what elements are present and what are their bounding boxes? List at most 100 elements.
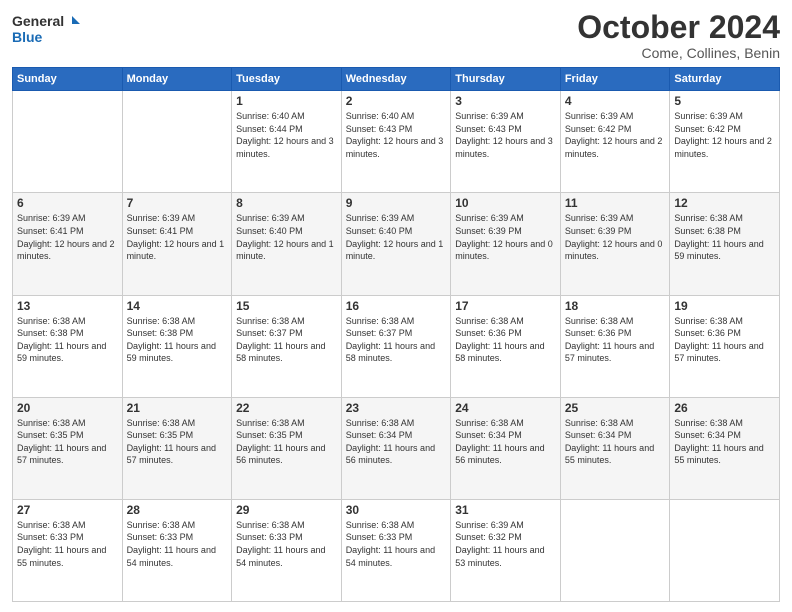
day-number: 28: [127, 503, 228, 517]
calendar-cell: [560, 499, 670, 601]
calendar-header-cell: Friday: [560, 68, 670, 91]
cell-info: Sunrise: 6:38 AM Sunset: 6:33 PM Dayligh…: [236, 519, 337, 569]
calendar-cell: 5 Sunrise: 6:39 AM Sunset: 6:42 PM Daylig…: [670, 91, 780, 193]
calendar-cell: 19 Sunrise: 6:38 AM Sunset: 6:36 PM Dayli…: [670, 295, 780, 397]
svg-text:General: General: [12, 13, 64, 29]
calendar-header-row: SundayMondayTuesdayWednesdayThursdayFrid…: [13, 68, 780, 91]
cell-info: Sunrise: 6:38 AM Sunset: 6:36 PM Dayligh…: [674, 315, 775, 365]
calendar-header-cell: Saturday: [670, 68, 780, 91]
day-number: 14: [127, 299, 228, 313]
day-number: 22: [236, 401, 337, 415]
cell-info: Sunrise: 6:39 AM Sunset: 6:41 PM Dayligh…: [17, 212, 118, 262]
cell-info: Sunrise: 6:39 AM Sunset: 6:42 PM Dayligh…: [674, 110, 775, 160]
day-number: 24: [455, 401, 556, 415]
cell-info: Sunrise: 6:40 AM Sunset: 6:44 PM Dayligh…: [236, 110, 337, 160]
day-number: 8: [236, 196, 337, 210]
calendar-cell: 13 Sunrise: 6:38 AM Sunset: 6:38 PM Dayli…: [13, 295, 123, 397]
calendar-table: SundayMondayTuesdayWednesdayThursdayFrid…: [12, 67, 780, 602]
cell-info: Sunrise: 6:38 AM Sunset: 6:34 PM Dayligh…: [455, 417, 556, 467]
day-number: 30: [346, 503, 447, 517]
calendar-cell: 25 Sunrise: 6:38 AM Sunset: 6:34 PM Dayli…: [560, 397, 670, 499]
calendar-cell: 28 Sunrise: 6:38 AM Sunset: 6:33 PM Dayli…: [122, 499, 232, 601]
day-number: 12: [674, 196, 775, 210]
calendar-cell: 3 Sunrise: 6:39 AM Sunset: 6:43 PM Daylig…: [451, 91, 561, 193]
cell-info: Sunrise: 6:40 AM Sunset: 6:43 PM Dayligh…: [346, 110, 447, 160]
logo: General Blue: [12, 10, 82, 50]
main-title: October 2024: [577, 10, 780, 45]
calendar-week-row: 27Sunrise: 6:38 AM Sunset: 6:33 PM Dayli…: [13, 499, 780, 601]
day-number: 6: [17, 196, 118, 210]
cell-info: Sunrise: 6:38 AM Sunset: 6:34 PM Dayligh…: [674, 417, 775, 467]
day-number: 9: [346, 196, 447, 210]
day-number: 13: [17, 299, 118, 313]
calendar-week-row: 1 Sunrise: 6:40 AM Sunset: 6:44 PM Daylig…: [13, 91, 780, 193]
day-number: 10: [455, 196, 556, 210]
day-number: 1: [236, 94, 337, 108]
cell-info: Sunrise: 6:38 AM Sunset: 6:38 PM Dayligh…: [17, 315, 118, 365]
calendar-cell: 9 Sunrise: 6:39 AM Sunset: 6:40 PM Daylig…: [341, 193, 451, 295]
calendar-header-cell: Sunday: [13, 68, 123, 91]
calendar-cell: 27Sunrise: 6:38 AM Sunset: 6:33 PM Dayli…: [13, 499, 123, 601]
day-number: 29: [236, 503, 337, 517]
calendar-cell: 21Sunrise: 6:38 AM Sunset: 6:35 PM Dayli…: [122, 397, 232, 499]
cell-info: Sunrise: 6:38 AM Sunset: 6:35 PM Dayligh…: [17, 417, 118, 467]
day-number: 7: [127, 196, 228, 210]
header: General Blue October 2024 Come, Collines…: [12, 10, 780, 61]
day-number: 3: [455, 94, 556, 108]
calendar-cell: 26 Sunrise: 6:38 AM Sunset: 6:34 PM Dayli…: [670, 397, 780, 499]
cell-info: Sunrise: 6:38 AM Sunset: 6:36 PM Dayligh…: [565, 315, 666, 365]
day-number: 31: [455, 503, 556, 517]
calendar-cell: 12 Sunrise: 6:38 AM Sunset: 6:38 PM Dayli…: [670, 193, 780, 295]
cell-info: Sunrise: 6:39 AM Sunset: 6:41 PM Dayligh…: [127, 212, 228, 262]
cell-info: Sunrise: 6:38 AM Sunset: 6:33 PM Dayligh…: [127, 519, 228, 569]
cell-info: Sunrise: 6:39 AM Sunset: 6:39 PM Dayligh…: [455, 212, 556, 262]
cell-info: Sunrise: 6:38 AM Sunset: 6:38 PM Dayligh…: [127, 315, 228, 365]
day-number: 17: [455, 299, 556, 313]
cell-info: Sunrise: 6:38 AM Sunset: 6:33 PM Dayligh…: [346, 519, 447, 569]
day-number: 4: [565, 94, 666, 108]
calendar-cell: 20 Sunrise: 6:38 AM Sunset: 6:35 PM Dayli…: [13, 397, 123, 499]
day-number: 15: [236, 299, 337, 313]
calendar-cell: 2 Sunrise: 6:40 AM Sunset: 6:43 PM Daylig…: [341, 91, 451, 193]
calendar-header-cell: Wednesday: [341, 68, 451, 91]
cell-info: Sunrise: 6:38 AM Sunset: 6:37 PM Dayligh…: [346, 315, 447, 365]
calendar-cell: 23Sunrise: 6:38 AM Sunset: 6:34 PM Dayli…: [341, 397, 451, 499]
calendar-cell: [122, 91, 232, 193]
calendar-cell: 6 Sunrise: 6:39 AM Sunset: 6:41 PM Daylig…: [13, 193, 123, 295]
calendar-cell: [670, 499, 780, 601]
calendar-cell: 14 Sunrise: 6:38 AM Sunset: 6:38 PM Dayli…: [122, 295, 232, 397]
day-number: 11: [565, 196, 666, 210]
day-number: 21: [127, 401, 228, 415]
svg-text:Blue: Blue: [12, 29, 43, 45]
day-number: 19: [674, 299, 775, 313]
cell-info: Sunrise: 6:39 AM Sunset: 6:39 PM Dayligh…: [565, 212, 666, 262]
calendar-cell: 15Sunrise: 6:38 AM Sunset: 6:37 PM Dayli…: [232, 295, 342, 397]
cell-info: Sunrise: 6:38 AM Sunset: 6:38 PM Dayligh…: [674, 212, 775, 262]
day-number: 2: [346, 94, 447, 108]
calendar-cell: 17Sunrise: 6:38 AM Sunset: 6:36 PM Dayli…: [451, 295, 561, 397]
calendar-cell: 24 Sunrise: 6:38 AM Sunset: 6:34 PM Dayli…: [451, 397, 561, 499]
day-number: 16: [346, 299, 447, 313]
cell-info: Sunrise: 6:39 AM Sunset: 6:43 PM Dayligh…: [455, 110, 556, 160]
subtitle: Come, Collines, Benin: [577, 45, 780, 61]
page: General Blue October 2024 Come, Collines…: [0, 0, 792, 612]
calendar-cell: 7 Sunrise: 6:39 AM Sunset: 6:41 PM Daylig…: [122, 193, 232, 295]
day-number: 5: [674, 94, 775, 108]
calendar-header-cell: Thursday: [451, 68, 561, 91]
cell-info: Sunrise: 6:39 AM Sunset: 6:42 PM Dayligh…: [565, 110, 666, 160]
day-number: 25: [565, 401, 666, 415]
logo-svg: General Blue: [12, 10, 82, 50]
calendar-week-row: 20 Sunrise: 6:38 AM Sunset: 6:35 PM Dayli…: [13, 397, 780, 499]
day-number: 26: [674, 401, 775, 415]
cell-info: Sunrise: 6:39 AM Sunset: 6:40 PM Dayligh…: [346, 212, 447, 262]
calendar-cell: 11 Sunrise: 6:39 AM Sunset: 6:39 PM Dayli…: [560, 193, 670, 295]
calendar-cell: 30 Sunrise: 6:38 AM Sunset: 6:33 PM Dayli…: [341, 499, 451, 601]
cell-info: Sunrise: 6:38 AM Sunset: 6:35 PM Dayligh…: [236, 417, 337, 467]
day-number: 20: [17, 401, 118, 415]
calendar-body: 1 Sunrise: 6:40 AM Sunset: 6:44 PM Daylig…: [13, 91, 780, 602]
cell-info: Sunrise: 6:38 AM Sunset: 6:34 PM Dayligh…: [565, 417, 666, 467]
calendar-cell: 8Sunrise: 6:39 AM Sunset: 6:40 PM Daylig…: [232, 193, 342, 295]
calendar-week-row: 13 Sunrise: 6:38 AM Sunset: 6:38 PM Dayli…: [13, 295, 780, 397]
day-number: 18: [565, 299, 666, 313]
cell-info: Sunrise: 6:38 AM Sunset: 6:33 PM Dayligh…: [17, 519, 118, 569]
